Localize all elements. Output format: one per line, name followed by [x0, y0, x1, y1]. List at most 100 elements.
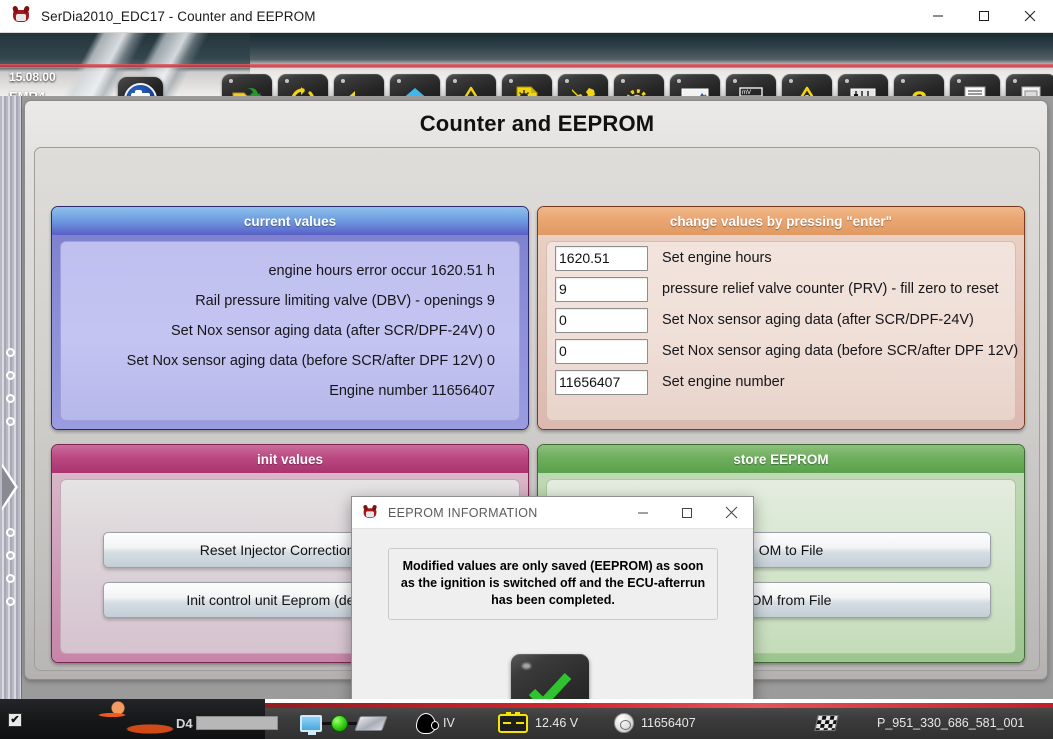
close-button[interactable] [1007, 0, 1053, 33]
rail-dot [6, 574, 15, 583]
battery-voltage-group: 12.46 V [498, 711, 579, 733]
dialog-window-controls [621, 497, 753, 529]
main-toolbar: 15.08.00 EMR4 [0, 33, 1053, 96]
current-value-row: Set Nox sensor aging data (before SCR/af… [126, 353, 495, 369]
toolbar-button-group: mV 1 Pa °C [222, 74, 1053, 96]
change-values-body: Set engine hours pressure relief valve c… [538, 235, 1024, 429]
open-file-icon[interactable] [222, 74, 272, 96]
warning-triangle-icon[interactable] [446, 74, 496, 96]
link-line-icon [322, 721, 331, 725]
gear-indicator-label: D4 [176, 715, 193, 731]
dialog-close-button[interactable] [709, 497, 753, 529]
dataset-value: P_951_330_686_581_001 [877, 716, 1025, 730]
gear-wrench-icon[interactable] [614, 74, 664, 96]
dataset-group: P_951_330_686_581_001 [814, 715, 1025, 731]
eeprom-information-dialog: EEPROM INFORMATION Modified values are o… [351, 496, 754, 732]
screenshot-camera-button[interactable] [118, 77, 163, 96]
page-area: Counter and EEPROM current values engine… [0, 96, 1053, 732]
rail-dot [6, 371, 15, 380]
help-icon[interactable]: ? [894, 74, 944, 96]
engine-number-group: 11656407 [614, 713, 696, 733]
rail-dot [6, 551, 15, 560]
svg-text:mV: mV [742, 90, 751, 96]
current-values-panel: engine hours error occur 1620.51 h Rail … [60, 241, 520, 421]
current-value-row: engine hours error occur 1620.51 h [268, 263, 495, 279]
window-titlebar: SerDia2010_EDC17 - Counter and EEPROM [0, 0, 1053, 33]
field-row-engine-hours: Set engine hours [555, 243, 1015, 273]
nox-after-scr-label: Set Nox sensor aging data (after SCR/DPF… [662, 312, 974, 328]
current-value-row: Rail pressure limiting valve (DBV) - ope… [195, 293, 495, 309]
toolbar-red-stripe [0, 64, 1053, 68]
prv-counter-input[interactable] [555, 276, 648, 302]
rail-dot [6, 348, 15, 357]
page-title: Counter and EEPROM [419, 111, 655, 136]
maximize-button[interactable] [961, 0, 1007, 33]
application-window: SerDia2010_EDC17 - Counter and EEPROM 15… [0, 0, 1053, 739]
rail-dot [6, 394, 15, 403]
engine-silhouette-icon [416, 712, 439, 734]
deutz-bull-icon [362, 505, 378, 521]
engine-hours-label: Set engine hours [662, 250, 772, 266]
software-version: 15.08.00 [9, 70, 56, 84]
nox-before-scr-label: Set Nox sensor aging data (before SCR/af… [662, 343, 1019, 359]
dialog-title: EEPROM INFORMATION [388, 505, 538, 520]
engine-hours-input[interactable] [555, 245, 648, 271]
nox-before-scr-input[interactable] [555, 338, 648, 364]
back-arrow-icon[interactable] [334, 74, 384, 96]
status-bar-items: D4 IV 12.46 V 11656407 P_951_330_686_581… [0, 707, 1053, 739]
engine-number-input[interactable] [555, 369, 648, 395]
engine-plate-icon [614, 713, 634, 733]
chart-icon[interactable] [670, 74, 720, 96]
dialog-minimize-button[interactable] [621, 497, 665, 529]
camera-icon [124, 83, 157, 96]
svg-text:?: ? [911, 86, 928, 97]
save-restore-eeprom-header: store EEPROM [538, 445, 1024, 473]
gear-indicator-bar [196, 716, 278, 730]
change-values-panel: Set engine hours pressure relief valve c… [546, 241, 1019, 421]
measurement-icon[interactable]: mV 1 Pa °C [726, 74, 776, 96]
engine-number-value: 11656407 [641, 716, 696, 730]
left-collapse-rail[interactable] [0, 96, 22, 699]
ecu-plate-icon [354, 715, 388, 731]
document-error-icon[interactable] [502, 74, 552, 96]
prv-counter-label: pressure relief valve counter (PRV) - fi… [662, 281, 999, 297]
dataset-icon [814, 715, 839, 731]
current-value-row: Set Nox sensor aging data (after SCR/DPF… [171, 323, 495, 339]
window-title: SerDia2010_EDC17 - Counter and EEPROM [41, 8, 316, 24]
rail-dot [6, 417, 15, 426]
field-row-nox-before-scr: Set Nox sensor aging data (before SCR/af… [555, 336, 1019, 366]
tools-icon[interactable] [558, 74, 608, 96]
dialog-message-box: Modified values are only saved (EEPROM) … [388, 548, 718, 620]
engine-number-label: Set engine number [662, 374, 785, 390]
alert-icon[interactable] [782, 74, 832, 96]
change-values-header: change values by pressing "enter" [538, 207, 1024, 235]
rail-dot [6, 597, 15, 606]
parameters-icon[interactable] [838, 74, 888, 96]
emission-stage-group: IV [416, 712, 455, 734]
field-row-nox-after-scr: Set Nox sensor aging data (after SCR/DPF… [555, 305, 1015, 335]
report-icon[interactable] [950, 74, 1000, 96]
battery-voltage-value: 12.46 V [535, 716, 579, 730]
change-values-group: change values by pressing "enter" Set en… [537, 206, 1025, 430]
current-values-body: engine hours error occur 1620.51 h Rail … [52, 235, 528, 429]
dialog-maximize-button[interactable] [665, 497, 709, 529]
field-row-prv-counter: pressure relief valve counter (PRV) - fi… [555, 274, 1015, 304]
init-values-header: init values [52, 445, 528, 473]
nox-after-scr-input[interactable] [555, 307, 648, 333]
monitor-icon [300, 714, 322, 735]
refresh-icon[interactable] [278, 74, 328, 96]
connection-status-group [300, 714, 388, 735]
connection-status-dot [331, 714, 348, 732]
current-value-row: Engine number 11656407 [329, 383, 495, 399]
home-icon[interactable] [390, 74, 440, 96]
field-row-engine-number: Set engine number [555, 367, 1015, 397]
minimize-button[interactable] [915, 0, 961, 33]
exit-icon[interactable] [1006, 74, 1053, 96]
dialog-titlebar: EEPROM INFORMATION [352, 497, 753, 529]
current-values-header: current values [52, 207, 528, 235]
dialog-message: Modified values are only saved (EEPROM) … [400, 559, 706, 607]
battery-icon [498, 711, 528, 733]
emission-stage-label: IV [443, 716, 455, 730]
window-controls [915, 0, 1053, 33]
deutz-bull-icon [11, 6, 31, 26]
